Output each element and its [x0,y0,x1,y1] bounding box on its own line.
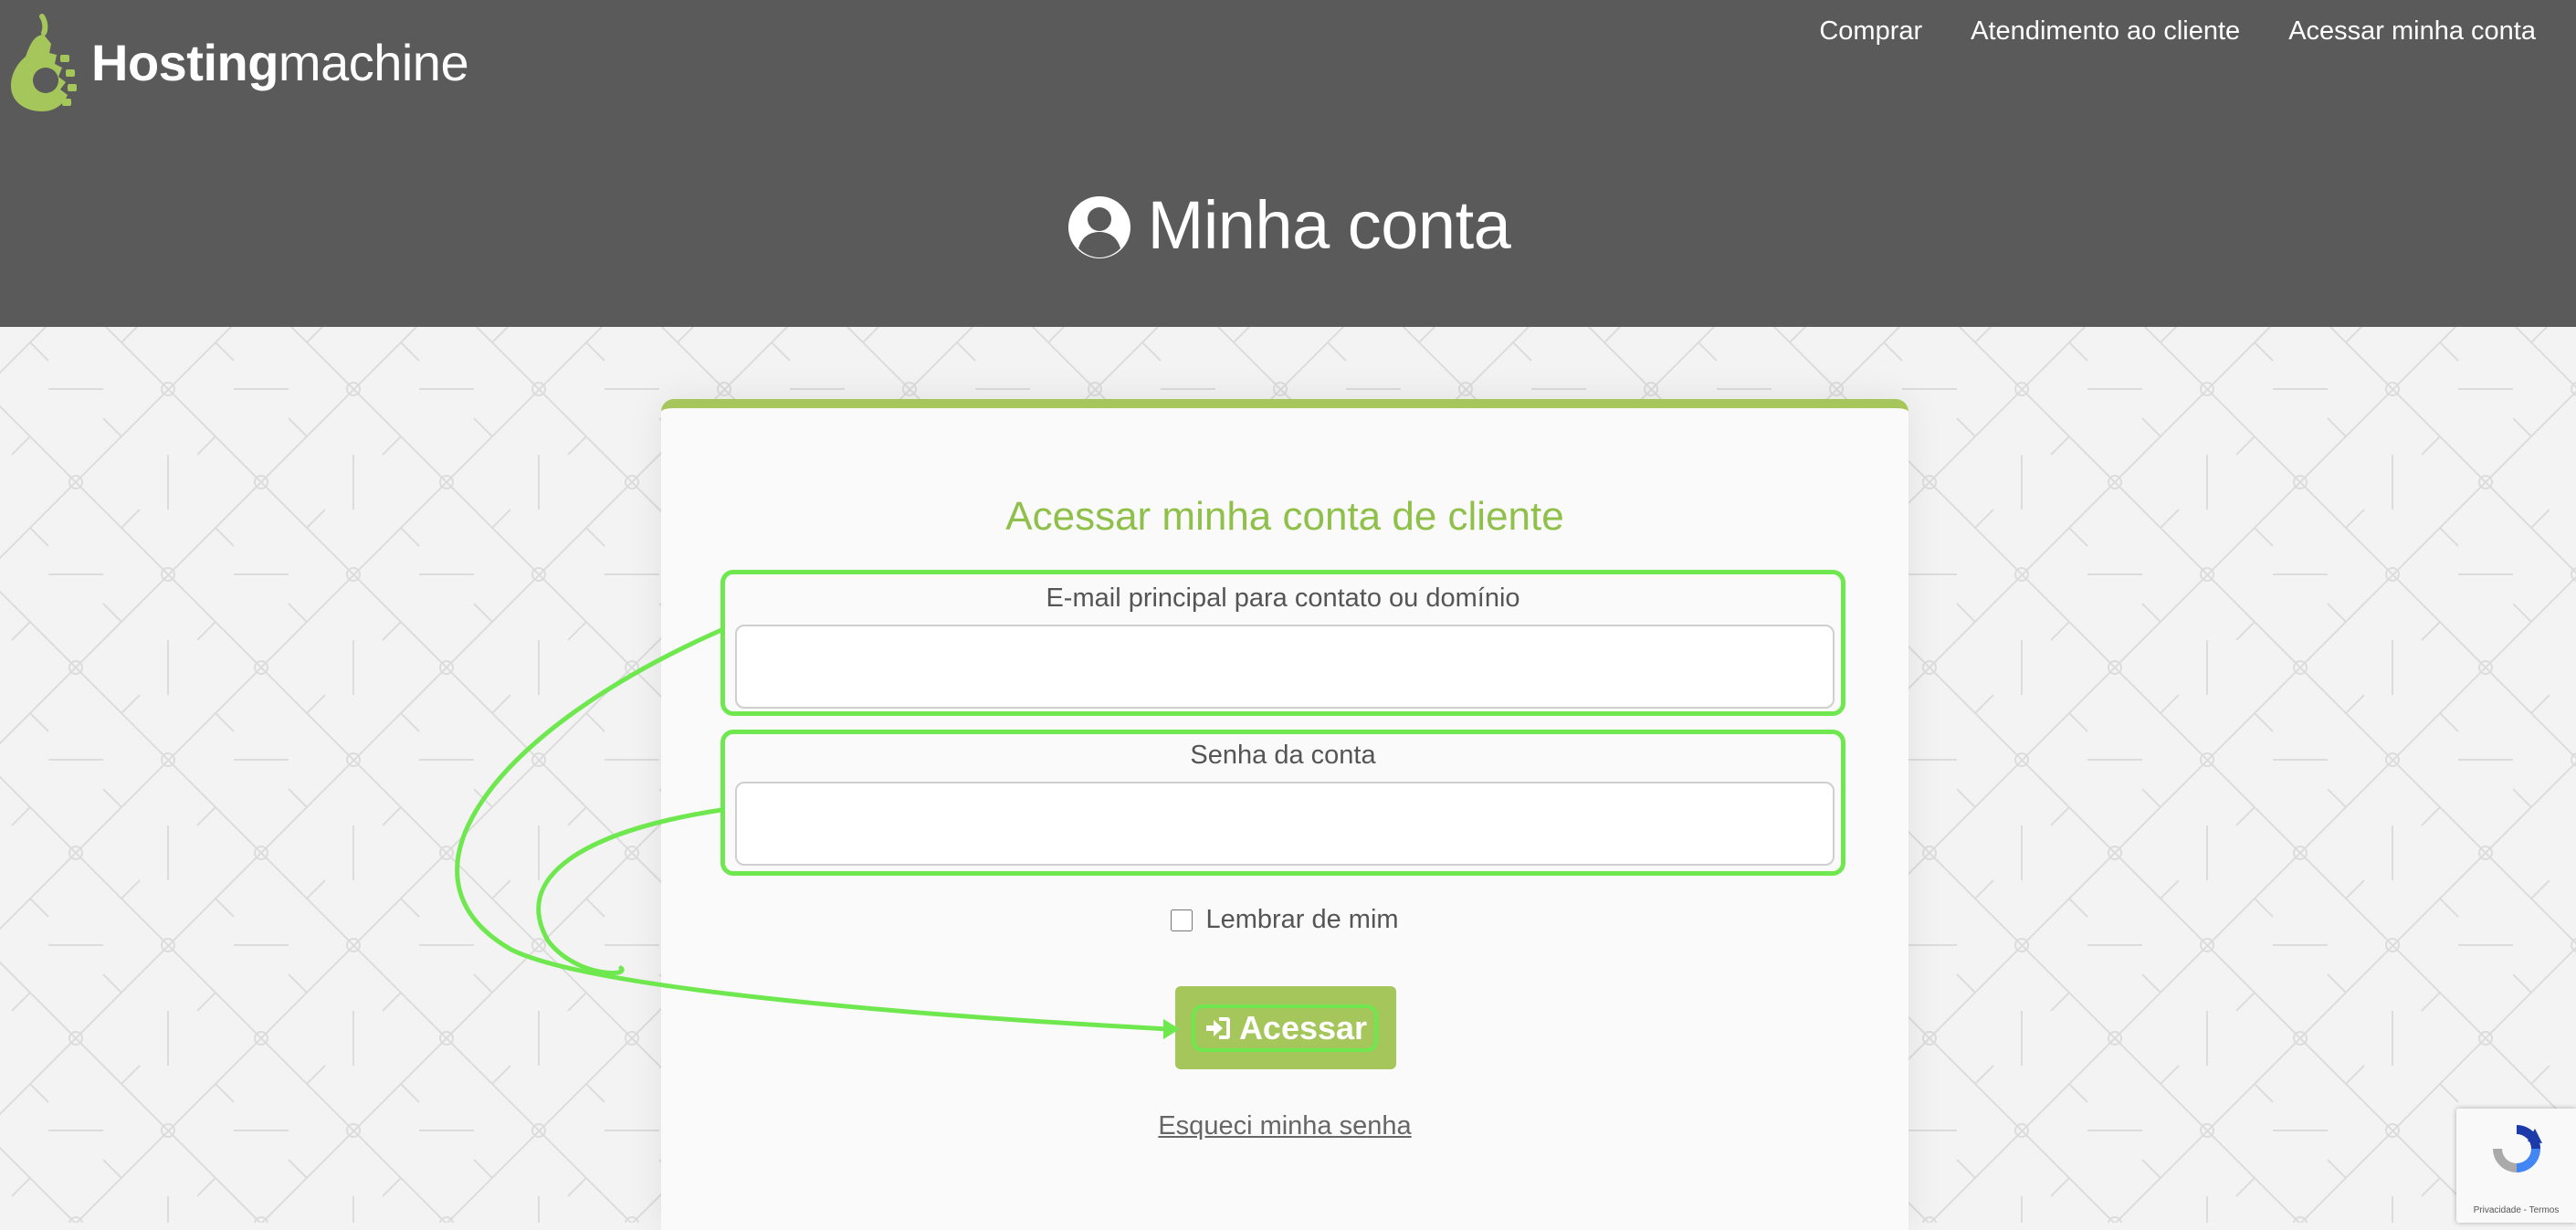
submit-label: Acessar [1238,1009,1368,1046]
brand-wordmark-light: machine [278,34,469,91]
password-input[interactable] [735,782,1835,866]
nav-atendimento[interactable]: Atendimento ao cliente [1971,15,2240,47]
brand-logo[interactable]: Hostingmachine [9,13,469,113]
nav-comprar[interactable]: Comprar [1819,15,1922,47]
login-card: Acessar minha conta de cliente E-mail pr… [661,399,1908,1230]
remember-checkbox[interactable] [1171,909,1193,931]
email-field-group: E-mail principal para contato ou domínio [720,570,1845,716]
submit-button-highlight: Acessar [1192,1004,1378,1052]
recaptcha-links: Privacidade - Termos [2473,1205,2560,1215]
sign-in-icon [1205,1017,1230,1039]
email-input[interactable] [735,625,1835,709]
top-nav: Comprar Atendimento ao cliente Acessar m… [1819,15,2536,47]
page-title: Minha conta [1147,186,1511,263]
email-label: E-mail principal para contato ou domínio [1046,583,1520,613]
login-title: Acessar minha conta de cliente [1005,494,1564,539]
forgot-password-link[interactable]: Esqueci minha senha [661,1111,1908,1141]
recaptcha-icon [2493,1125,2542,1172]
submit-button[interactable]: Acessar [1175,986,1396,1069]
user-circle-icon [1067,196,1130,258]
page-title-block: Minha conta [0,181,2576,268]
remember-me: Lembrar de mim [661,905,1908,935]
password-field-group: Senha da conta [720,730,1845,876]
brand-wordmark: Hostingmachine [91,34,469,91]
site-header: Hostingmachine Comprar Atendimento ao cl… [0,0,2576,327]
nav-acessar-conta[interactable]: Acessar minha conta [2288,15,2536,47]
recaptcha-badge[interactable]: Privacidade - Termos [2456,1109,2576,1223]
brand-wordmark-bold: Hosting [91,34,279,91]
pear-gear-logo-icon [11,14,77,111]
remember-label: Lembrar de mim [1205,905,1399,934]
password-label: Senha da conta [1190,741,1376,770]
